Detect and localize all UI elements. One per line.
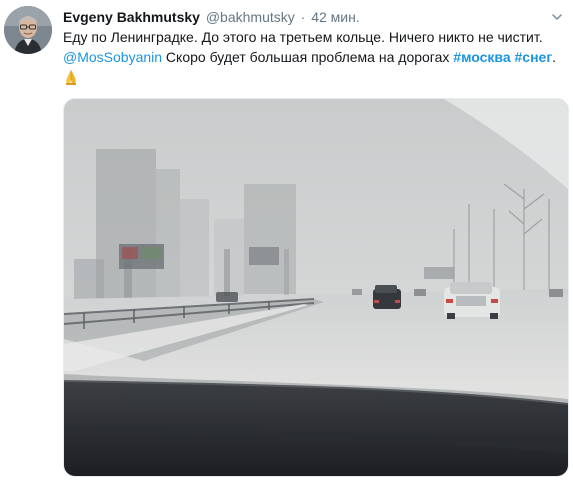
author-handle[interactable]: @bakhmutsky [206, 9, 295, 25]
hashtag-moskva[interactable]: #москва [453, 49, 510, 65]
tweet-text-line-1: Еду по Ленинградке. До этого на третьем … [63, 29, 543, 45]
tweet-timestamp[interactable]: 42 мин. [311, 9, 360, 25]
tweet-header: Evgeny Bakhmutsky @bakhmutsky · 42 мин. [63, 7, 360, 27]
mention-link[interactable]: @MosSobyanin [63, 49, 162, 65]
tweet-text-line-3 [63, 67, 563, 87]
avatar[interactable] [4, 6, 52, 54]
chevron-down-icon[interactable] [550, 10, 564, 24]
header-separator: · [300, 9, 306, 25]
tweet-text-period: . [552, 49, 557, 65]
tweet-text-line-2: @MosSobyanin Скоро будет большая проблем… [63, 47, 563, 67]
hashtag-sneg[interactable]: #снег [515, 49, 553, 65]
folded-hands-emoji [63, 69, 79, 85]
tweet-card[interactable]: Evgeny Bakhmutsky @bakhmutsky · 42 мин. … [0, 0, 573, 481]
author-fullname[interactable]: Evgeny Bakhmutsky [63, 9, 200, 25]
media-photo[interactable] [63, 98, 569, 477]
tweet-text: Еду по Ленинградке. До этого на третьем … [63, 27, 563, 87]
tweet-text-body: Скоро будет большая проблема на дорогах [162, 49, 454, 65]
